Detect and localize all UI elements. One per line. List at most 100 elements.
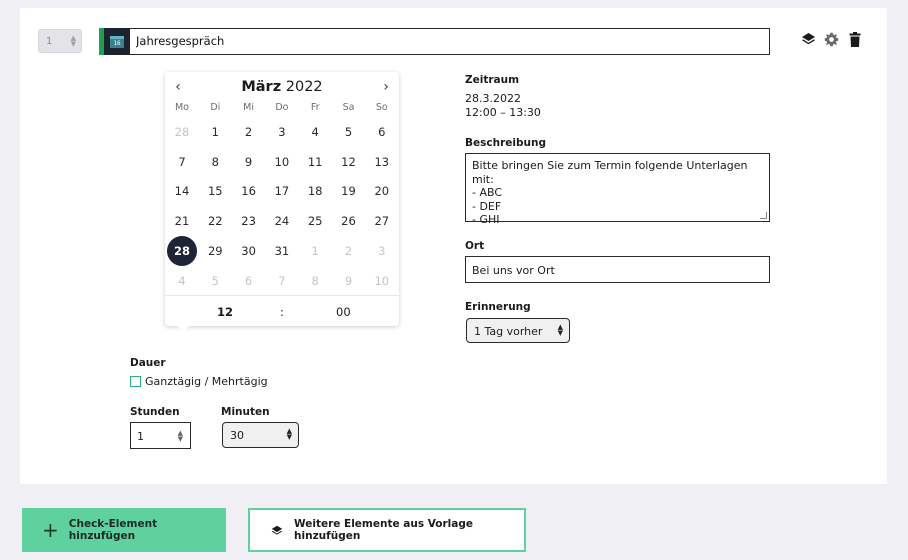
day-cell[interactable]: 22 <box>200 206 230 236</box>
add-check-element-label: Check-Element hinzufügen <box>68 518 158 542</box>
day-cell[interactable]: 24 <box>267 206 297 236</box>
day-cell[interactable]: 1 <box>300 236 330 266</box>
day-cell[interactable]: 2 <box>334 236 364 266</box>
day-cell[interactable]: 5 <box>334 117 364 147</box>
beschreibung-textarea[interactable]: Bitte bringen Sie zum Termin folgende Un… <box>465 153 770 226</box>
day-cell[interactable]: 16 <box>234 176 264 206</box>
beschreibung-line: - ABC <box>472 186 503 200</box>
day-cell[interactable]: 18 <box>300 176 330 206</box>
day-cell[interactable]: 8 <box>300 266 330 296</box>
beschreibung-line: Bitte bringen Sie zum Termin folgende Un… <box>472 159 748 186</box>
day-cell[interactable]: 7 <box>167 147 197 177</box>
day-cell[interactable]: 8 <box>200 147 230 177</box>
beschreibung-label: Beschreibung <box>465 137 546 149</box>
day-cell[interactable]: 20 <box>367 176 397 206</box>
dauer-label: Dauer <box>130 357 166 369</box>
day-cell[interactable]: 9 <box>334 266 364 296</box>
weekday-header: Mi <box>243 102 255 113</box>
zeitraum-time: 12:00 – 13:30 <box>465 106 541 119</box>
add-from-template-label: Weitere Elemente aus Vorlage hinzufügen <box>294 518 473 542</box>
day-cell[interactable]: 21 <box>167 206 197 236</box>
stunden-stepper[interactable]: 1 ▲ ▼ <box>130 422 191 449</box>
day-cell[interactable]: 28 <box>167 117 197 147</box>
ganztaegig-label[interactable]: Ganztägig / Mehrtägig <box>145 375 268 388</box>
day-cell-selected[interactable]: 28 <box>167 235 197 266</box>
weekday-header: Fr <box>310 102 320 113</box>
day-cell[interactable]: 15 <box>200 176 230 206</box>
layers-icon[interactable] <box>799 30 817 48</box>
weekday-header: Mo <box>174 102 189 113</box>
datepicker-month-year: März 2022 <box>165 79 399 95</box>
weekday-header: Do <box>275 102 289 113</box>
day-cell[interactable]: 3 <box>367 236 397 266</box>
order-select[interactable]: 1 ▲ ▼ <box>38 29 82 53</box>
day-cell[interactable]: 25 <box>300 206 330 236</box>
zeitraum-label: Zeitraum <box>465 74 520 86</box>
minuten-label: Minuten <box>221 406 270 418</box>
day-cell[interactable]: 10 <box>267 147 297 177</box>
calendar-type-icon: 16 <box>104 28 130 55</box>
datepicker-month[interactable]: März <box>241 79 281 95</box>
day-cell[interactable]: 27 <box>367 206 397 236</box>
day-cell[interactable]: 6 <box>367 117 397 147</box>
datepicker-year[interactable]: 2022 <box>286 79 323 95</box>
day-cell[interactable]: 29 <box>200 236 230 266</box>
hour-input[interactable]: 12 <box>217 305 233 319</box>
stunden-value: 1 <box>137 430 144 443</box>
datepicker: ‹ März 2022 › Mo Di Mi Do Fr Sa So 28 1 2 3 4 5 6 7 8 9… <box>165 72 399 332</box>
day-cell[interactable]: 13 <box>367 147 397 177</box>
weekday-header: Di <box>210 102 221 113</box>
minuten-select[interactable]: 30 ▲ ▼ <box>222 422 299 448</box>
chevron-updown-icon: ▲ ▼ <box>70 34 76 48</box>
day-cell[interactable]: 23 <box>234 206 264 236</box>
erinnerung-label: Erinnerung <box>465 301 531 313</box>
layers-icon <box>271 525 283 535</box>
plus-icon: + <box>42 518 59 542</box>
day-cell[interactable]: 7 <box>267 266 297 296</box>
day-cell[interactable]: 12 <box>334 147 364 177</box>
erinnerung-select[interactable]: 1 Tag vorher ▲ ▼ <box>466 318 570 343</box>
day-cell[interactable]: 10 <box>367 266 397 296</box>
chevron-updown-icon: ▲ ▼ <box>177 429 183 443</box>
day-cell[interactable]: 4 <box>167 266 197 296</box>
beschreibung-line: - DEF <box>472 199 502 213</box>
stunden-label: Stunden <box>130 406 180 418</box>
ort-input[interactable]: Bei uns vor Ort <box>465 256 770 283</box>
add-from-template-button[interactable]: Weitere Elemente aus Vorlage hinzufügen <box>248 508 526 552</box>
day-cell[interactable]: 3 <box>267 117 297 147</box>
day-cell[interactable]: 30 <box>234 236 264 266</box>
zeitraum-date: 28.3.2022 <box>465 92 521 105</box>
erinnerung-value: 1 Tag vorher <box>474 325 543 338</box>
trash-icon[interactable] <box>846 30 864 48</box>
time-picker: 12 : 00 <box>165 295 399 326</box>
day-cell[interactable]: 4 <box>300 117 330 147</box>
day-cell[interactable]: 31 <box>267 236 297 266</box>
day-cell[interactable]: 9 <box>234 147 264 177</box>
ort-value: Bei uns vor Ort <box>472 264 555 277</box>
day-cell[interactable]: 26 <box>334 206 364 236</box>
resize-handle[interactable] <box>760 212 767 219</box>
weekday-header: Sa <box>342 102 355 113</box>
beschreibung-line: - GHI <box>472 213 500 227</box>
day-cell[interactable]: 19 <box>334 176 364 206</box>
day-cell[interactable]: 14 <box>167 176 197 206</box>
ganztaegig-checkbox[interactable] <box>130 376 141 387</box>
time-separator: : <box>280 305 284 319</box>
add-check-element-button[interactable]: + Check-Element hinzufügen <box>22 508 226 552</box>
title-input[interactable] <box>136 34 756 48</box>
minuten-value: 30 <box>230 429 244 442</box>
day-cell[interactable]: 6 <box>234 266 264 296</box>
gear-icon[interactable] <box>822 30 840 48</box>
minute-input[interactable]: 00 <box>336 305 351 319</box>
day-cell[interactable]: 1 <box>200 117 230 147</box>
weekday-header: So <box>375 102 388 113</box>
chevron-updown-icon: ▲ ▼ <box>557 323 563 337</box>
next-month-button[interactable]: › <box>378 79 394 95</box>
day-cell[interactable]: 17 <box>267 176 297 206</box>
day-cell[interactable]: 5 <box>200 266 230 296</box>
title-field[interactable]: 16 <box>99 28 770 55</box>
day-cell[interactable]: 11 <box>300 147 330 177</box>
chevron-updown-icon: ▲ ▼ <box>286 427 292 441</box>
calendar-icon: 16 <box>110 35 124 48</box>
day-cell[interactable]: 2 <box>234 117 264 147</box>
